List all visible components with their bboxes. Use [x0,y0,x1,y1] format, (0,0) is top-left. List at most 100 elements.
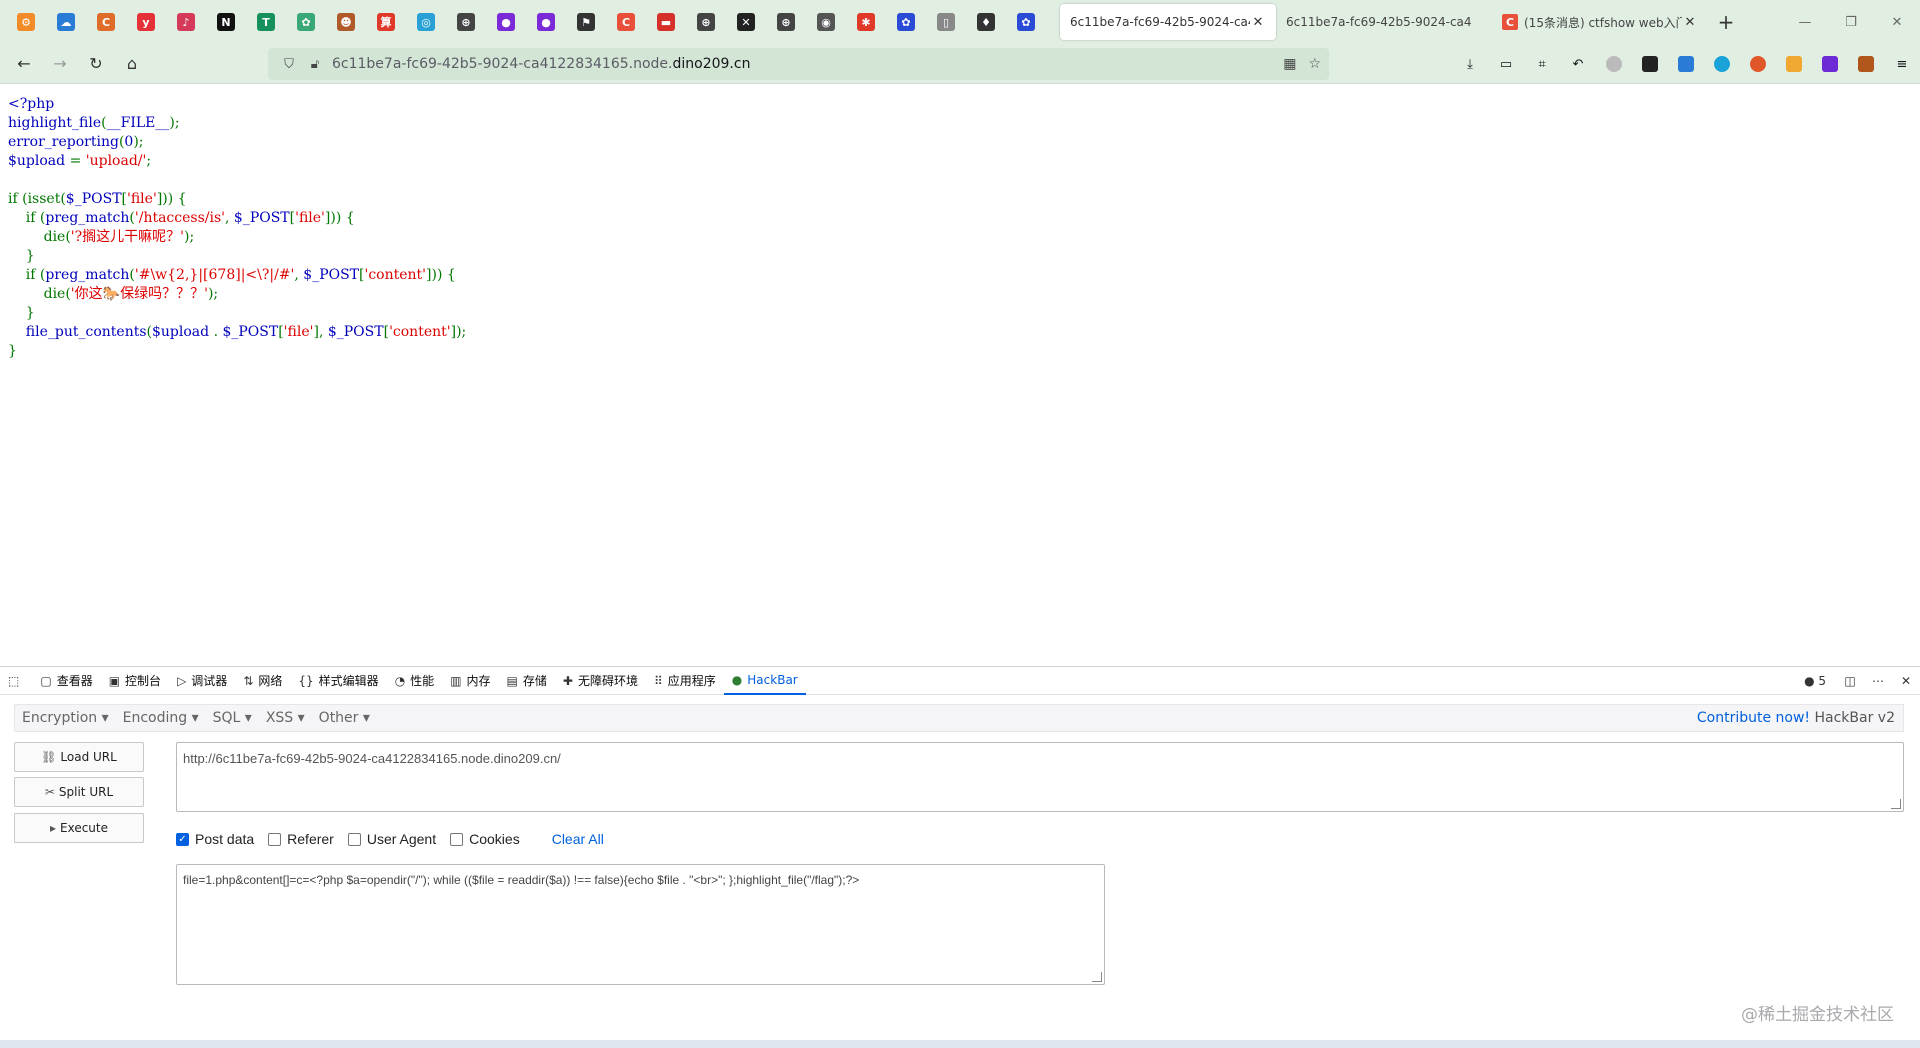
tab-hackbar[interactable]: ● HackBar [723,667,806,695]
referer-checkbox[interactable]: Referer [268,831,334,847]
pinned-tab-3[interactable]: C [86,2,126,42]
extension-dark-icon[interactable] [1632,48,1668,80]
storage-icon: ▤ [506,673,518,688]
menu-xss[interactable]: XSS ▾ [259,710,312,726]
pinned-tab-13[interactable]: ● [486,2,526,42]
split-url-button[interactable]: ✂ Split URL [14,777,144,807]
contribute-link[interactable]: Contribute now! [1697,710,1810,726]
pinned-tab-4[interactable]: y [126,2,166,42]
extension-purple-icon[interactable] [1812,48,1848,80]
pinned-tab-14[interactable]: ● [526,2,566,42]
cookies-checkbox[interactable]: Cookies [450,831,520,847]
resize-grip-icon[interactable] [1891,799,1901,809]
tab-3[interactable]: C (15条消息) ctfshow web入门 ✕ [1492,4,1708,40]
close-devtools-icon[interactable]: ✕ [1892,674,1920,688]
pinned-tab-10[interactable]: 算 [366,2,406,42]
tab-application[interactable]: ⠿ 应用程序 [646,667,724,695]
tab-accessibility[interactable]: ✚ 无障碍环境 [555,667,646,695]
execute-button[interactable]: ▸ Execute [14,813,144,843]
user-agent-checkbox[interactable]: User Agent [347,831,436,847]
checkbox-box[interactable]: ✓ [176,832,189,846]
extension-gray-icon[interactable] [1596,48,1632,80]
pinned-tab-12[interactable]: ⊕ [446,2,486,42]
pinned-tab-17[interactable]: ▬ [646,2,686,42]
undo-icon[interactable]: ↶ [1560,48,1596,80]
close-icon[interactable]: ✕ [1682,15,1698,30]
qr-code-icon[interactable]: ▦ [1283,56,1296,72]
dock-icon[interactable]: ◫ [1836,674,1864,688]
minimize-icon[interactable]: — [1782,0,1828,44]
element-picker-icon[interactable]: ⬚ [0,667,32,695]
url-textarea[interactable]: http://6c11be7a-fc69-42b5-9024-ca4122834… [176,742,1904,812]
tab-console[interactable]: ▣ 控制台 [101,667,169,695]
tab-debugger[interactable]: ▷ 调试器 [169,667,235,695]
reload-icon[interactable]: ↻ [78,48,114,80]
checkbox-box[interactable] [347,832,361,846]
pinned-tab-5[interactable]: ♪ [166,2,206,42]
pinned-tab-21[interactable]: ◉ [806,2,846,42]
pinned-tab-1[interactable]: ⚙ [6,2,46,42]
pinned-tab-15[interactable]: ⚑ [566,2,606,42]
pinned-tab-16[interactable]: C [606,2,646,42]
pinned-tab-23[interactable]: ✿ [886,2,926,42]
pinned-tab-18[interactable]: ⊕ [686,2,726,42]
pinned-tab-7[interactable]: T [246,2,286,42]
pinned-tab-26[interactable]: ✿ [1006,2,1046,42]
close-icon[interactable]: ✕ [1250,15,1266,30]
error-count-badge[interactable]: ● 5 [1804,674,1836,688]
clear-all-link[interactable]: Clear All [552,831,604,847]
load-url-button[interactable]: ⛓ Load URL [14,742,144,772]
extension-yellow-icon[interactable] [1776,48,1812,80]
extension-brown-icon[interactable] [1848,48,1884,80]
pinned-tab-22[interactable]: ✱ [846,2,886,42]
back-arrow-icon[interactable]: ← [6,48,42,80]
extension-blue-icon[interactable] [1668,48,1704,80]
pinned-tab-2[interactable]: ☁ [46,2,86,42]
reader-view-icon[interactable]: ▭ [1488,48,1524,80]
more-icon[interactable]: ⋯ [1864,674,1892,688]
insecure-lock-icon[interactable]: 🔓︎ [306,57,324,72]
address-bar[interactable]: ⛉ 🔓︎ 6c11be7a-fc69-42b5-9024-ca412283416… [268,48,1329,80]
restore-icon[interactable]: ❐ [1828,0,1874,44]
tab-inspector[interactable]: ▢ 查看器 [32,667,100,695]
tab-style-editor[interactable]: {} 样式编辑器 [290,667,386,695]
code-token: } [8,305,35,321]
tab-2[interactable]: 6c11be7a-fc69-42b5-9024-ca4 [1276,4,1492,40]
checkbox-box[interactable] [268,832,282,846]
extension-cyan-icon[interactable] [1704,48,1740,80]
extension-orange-icon[interactable] [1740,48,1776,80]
home-icon[interactable]: ⌂ [114,48,150,80]
tab-storage[interactable]: ▤ 存储 [499,667,555,695]
pinned-tab-6[interactable]: N [206,2,246,42]
pinned-tab-20[interactable]: ⊕ [766,2,806,42]
pinned-tab-24[interactable]: ▯ [926,2,966,42]
new-tab-button[interactable]: + [1708,4,1744,40]
resize-grip-icon[interactable] [1092,972,1102,982]
pinned-tab-19[interactable]: ✕ [726,2,766,42]
crop-icon[interactable]: ⌗ [1524,48,1560,80]
pinned-25-icon: ♦ [977,13,995,31]
pinned-23-icon: ✿ [897,13,915,31]
close-window-icon[interactable]: ✕ [1874,0,1920,44]
downloads-icon[interactable]: ⤓ [1452,48,1488,80]
tab-network[interactable]: ⇅ 网络 [235,667,290,695]
pinned-tab-25[interactable]: ♦ [966,2,1006,42]
checkbox-box[interactable] [450,832,464,846]
menu-sql[interactable]: SQL ▾ [206,710,259,726]
shield-icon[interactable]: ⛉ [280,57,298,72]
tab-performance[interactable]: ◔ 性能 [387,667,443,695]
bookmark-star-icon[interactable]: ☆ [1308,56,1321,72]
code-token: error_reporting [8,134,119,150]
pinned-tab-8[interactable]: ✿ [286,2,326,42]
post-data-checkbox[interactable]: ✓ Post data [176,831,254,847]
menu-icon[interactable]: ≡ [1884,48,1920,80]
menu-other[interactable]: Other ▾ [312,710,377,726]
menu-encoding[interactable]: Encoding ▾ [116,710,206,726]
tab-active[interactable]: 6c11be7a-fc69-42b5-9024-ca4 ✕ [1060,4,1276,40]
forward-arrow-icon[interactable]: → [42,48,78,80]
pinned-tab-9[interactable]: ☻ [326,2,366,42]
post-data-textarea[interactable]: file=1.php&content[]=c=<?php $a=opendir(… [176,864,1105,985]
tab-memory[interactable]: ▥ 内存 [442,667,498,695]
pinned-tab-11[interactable]: ◎ [406,2,446,42]
menu-encryption[interactable]: Encryption ▾ [15,710,116,726]
